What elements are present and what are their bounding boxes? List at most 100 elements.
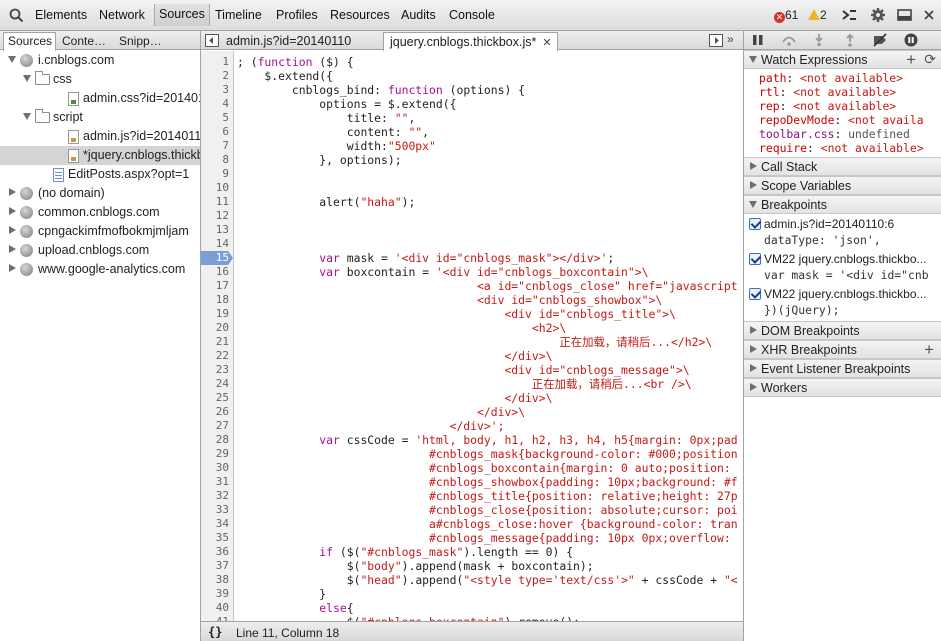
- line-number[interactable]: 2: [222, 69, 229, 83]
- toggle-debugger-icon[interactable]: [709, 34, 723, 50]
- step-out-icon[interactable]: [842, 33, 858, 47]
- tab-nav-sources[interactable]: Sources: [3, 32, 57, 51]
- line-number[interactable]: 21: [216, 335, 229, 349]
- collapsed-triangle-icon[interactable]: [9, 245, 16, 253]
- deactivate-breakpoints-icon[interactable]: [872, 33, 888, 47]
- pretty-print-button[interactable]: {}: [208, 625, 222, 639]
- line-number[interactable]: 39: [216, 587, 229, 601]
- tree-item[interactable]: admin.js?id=20140110: [0, 127, 200, 146]
- line-number[interactable]: 18: [216, 293, 229, 307]
- expanded-triangle-icon[interactable]: [23, 113, 31, 120]
- line-number[interactable]: 30: [216, 461, 229, 475]
- tree-item[interactable]: css: [0, 70, 200, 89]
- tab-audits[interactable]: Audits: [401, 8, 436, 22]
- tab-network[interactable]: Network: [99, 8, 145, 22]
- line-number[interactable]: 20: [216, 321, 229, 335]
- line-number[interactable]: 11: [216, 195, 229, 209]
- line-number[interactable]: 14: [216, 237, 229, 251]
- pane-header-xhr-breakpoints[interactable]: XHR Breakpoints +: [744, 340, 941, 359]
- breakpoint-checkbox[interactable]: [749, 288, 761, 300]
- breakpoint-item[interactable]: VM22 jquery.cnblogs.thickbo...})(jQuery)…: [749, 286, 941, 320]
- breakpoint-checkbox[interactable]: [749, 218, 761, 230]
- pane-header-scope-variables[interactable]: Scope Variables: [744, 176, 941, 195]
- expanded-triangle-icon[interactable]: [8, 56, 16, 63]
- pause-icon[interactable]: [750, 33, 766, 47]
- breakpoint-marker[interactable]: 15: [201, 251, 233, 265]
- line-number[interactable]: 24: [216, 377, 229, 391]
- tree-item[interactable]: cpngackimfmofbokmjmljam: [0, 222, 200, 241]
- pause-on-exceptions-icon[interactable]: [903, 33, 919, 47]
- line-number[interactable]: 7: [222, 139, 229, 153]
- warning-count[interactable]: 2: [808, 8, 827, 22]
- pane-header-workers[interactable]: Workers: [744, 378, 941, 397]
- line-number[interactable]: 22: [216, 349, 229, 363]
- line-number[interactable]: 1: [222, 55, 229, 69]
- tree-item[interactable]: i.cnblogs.com: [0, 51, 200, 70]
- tree-item[interactable]: *jquery.cnblogs.thickbox: [0, 146, 200, 165]
- line-number[interactable]: 13: [216, 223, 229, 237]
- line-number[interactable]: 31: [216, 475, 229, 489]
- editor-tab-admin-js[interactable]: admin.js?id=20140110: [220, 32, 356, 51]
- watch-expression[interactable]: repoDevMode: <not availa: [759, 113, 924, 127]
- line-number[interactable]: 17: [216, 279, 229, 293]
- line-number[interactable]: 8: [222, 153, 229, 167]
- watch-expression[interactable]: rep: <not available>: [759, 99, 896, 113]
- add-icon[interactable]: +: [924, 340, 934, 360]
- search-icon[interactable]: [8, 7, 26, 23]
- line-number[interactable]: 27: [216, 419, 229, 433]
- watch-expression[interactable]: rtl: <not available>: [759, 85, 896, 99]
- tab-console[interactable]: Console: [449, 8, 495, 22]
- line-number[interactable]: 26: [216, 405, 229, 419]
- add-watch-icon[interactable]: +: [906, 50, 916, 70]
- tab-nav-snippets[interactable]: Snipp…: [115, 33, 165, 50]
- line-number[interactable]: 3: [222, 83, 229, 97]
- line-number[interactable]: 34: [216, 517, 229, 531]
- line-number[interactable]: 35: [216, 531, 229, 545]
- line-number[interactable]: 5: [222, 111, 229, 125]
- line-number[interactable]: 19: [216, 307, 229, 321]
- expanded-triangle-icon[interactable]: [23, 75, 31, 82]
- line-number[interactable]: 33: [216, 503, 229, 517]
- pane-header-dom-breakpoints[interactable]: DOM Breakpoints: [744, 321, 941, 340]
- toggle-navigator-icon[interactable]: [205, 34, 219, 50]
- close-tab-icon[interactable]: ✕: [542, 37, 551, 49]
- collapsed-triangle-icon[interactable]: [9, 207, 16, 215]
- tree-item[interactable]: (no domain): [0, 184, 200, 203]
- breakpoint-checkbox[interactable]: [749, 253, 761, 265]
- tab-list-icon[interactable]: »: [727, 32, 734, 46]
- line-number[interactable]: 10: [216, 181, 229, 195]
- tab-profiles[interactable]: Profiles: [276, 8, 318, 22]
- error-count[interactable]: ✕ 61: [774, 8, 798, 23]
- tab-resources[interactable]: Resources: [330, 8, 390, 22]
- line-number[interactable]: 23: [216, 363, 229, 377]
- tree-item[interactable]: common.cnblogs.com: [0, 203, 200, 222]
- show-console-icon[interactable]: [840, 7, 858, 23]
- collapsed-triangle-icon[interactable]: [9, 188, 16, 196]
- line-number[interactable]: 28: [216, 433, 229, 447]
- dock-icon[interactable]: [896, 7, 914, 23]
- close-icon[interactable]: [921, 7, 939, 23]
- tree-item[interactable]: EditPosts.aspx?opt=1: [0, 165, 200, 184]
- watch-expression[interactable]: toolbar.css: undefined: [759, 127, 910, 141]
- tab-nav-content-scripts[interactable]: Conte…: [58, 33, 109, 50]
- collapsed-triangle-icon[interactable]: [9, 226, 16, 234]
- pane-header-call-stack[interactable]: Call Stack: [744, 157, 941, 176]
- tree-item[interactable]: script: [0, 108, 200, 127]
- tree-item[interactable]: www.google-analytics.com: [0, 260, 200, 279]
- pane-header-event-listener-breakpoints[interactable]: Event Listener Breakpoints: [744, 359, 941, 378]
- watch-expression[interactable]: path: <not available>: [759, 71, 903, 85]
- collapsed-triangle-icon[interactable]: [9, 264, 16, 272]
- breakpoint-item[interactable]: VM22 jquery.cnblogs.thickbo... var mask =…: [749, 251, 941, 285]
- tree-item[interactable]: upload.cnblogs.com: [0, 241, 200, 260]
- line-number-gutter[interactable]: 1 2 3 4 5 6 7 8 9 10 11 12 13 14 15 16 17 18 19 20 21 22 23 24 2…: [201, 51, 234, 621]
- line-number[interactable]: 12: [216, 209, 229, 223]
- line-number[interactable]: 38: [216, 573, 229, 587]
- line-number[interactable]: 37: [216, 559, 229, 573]
- watch-expression[interactable]: require: <not available>: [759, 141, 924, 155]
- breakpoint-item[interactable]: admin.js?id=20140110:6 dataType: 'json',: [749, 216, 941, 250]
- pane-header-breakpoints[interactable]: Breakpoints: [744, 195, 941, 214]
- line-number[interactable]: 6: [222, 125, 229, 139]
- step-over-icon[interactable]: [781, 33, 797, 47]
- line-number[interactable]: 36: [216, 545, 229, 559]
- step-into-icon[interactable]: [811, 33, 827, 47]
